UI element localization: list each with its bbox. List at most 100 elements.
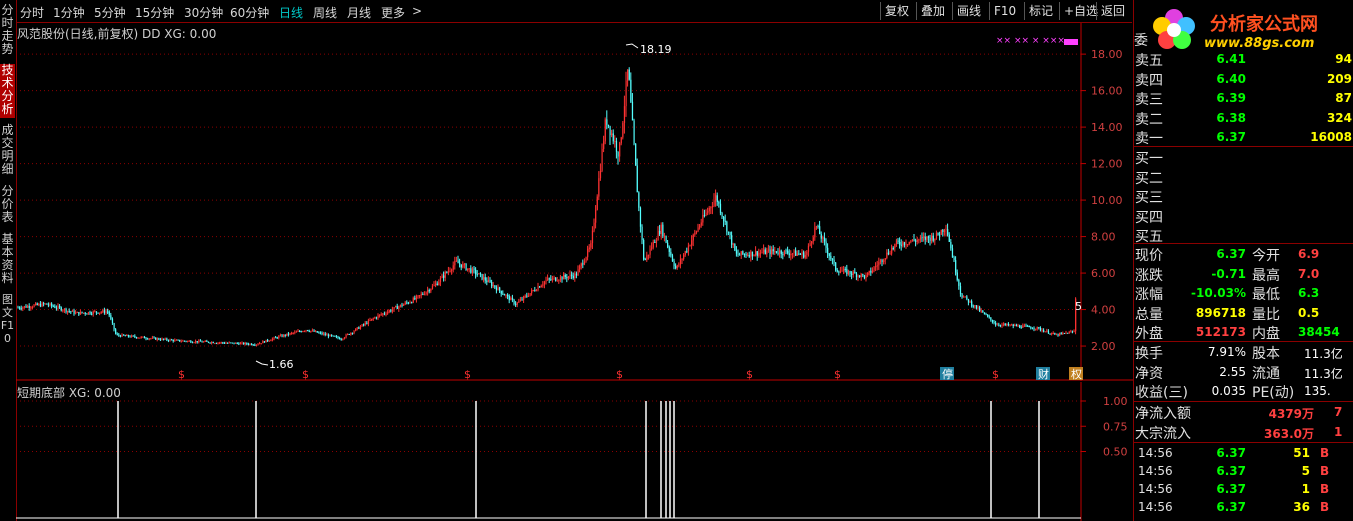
tab-intraday[interactable]: 分时走势 [0, 4, 15, 56]
candle-body [615, 141, 618, 152]
period-1min[interactable]: 1分钟 [53, 4, 85, 21]
period-weekly[interactable]: 周线 [313, 4, 337, 21]
candle-body [164, 338, 166, 340]
candle-body [607, 124, 610, 127]
candle-body [1022, 325, 1024, 328]
candle-body [707, 211, 709, 213]
candle-body [243, 342, 245, 345]
candle-body [187, 340, 189, 342]
candle-body [579, 266, 581, 270]
quote-label: 总量 [1135, 306, 1163, 323]
tick-price: 6.37 [1216, 446, 1246, 460]
period-5min[interactable]: 5分钟 [94, 4, 126, 21]
candle-body [1062, 333, 1064, 335]
restore-rights-button[interactable]: 复权 [880, 2, 913, 20]
candle-body [657, 230, 659, 241]
period-intraday[interactable]: 分时 [20, 4, 44, 21]
candle-body [596, 196, 598, 210]
candle-body [235, 342, 237, 344]
candle-body [878, 262, 880, 266]
candle-body [659, 230, 661, 234]
candle-body [627, 69, 629, 81]
fundamental-label: PE(动) [1252, 385, 1295, 401]
candle-body [1004, 323, 1006, 325]
candle-body [903, 242, 906, 245]
candle-body [161, 338, 163, 340]
candle-body [166, 338, 168, 341]
candle-body [124, 335, 126, 337]
quote-label: 现价 [1135, 248, 1163, 264]
tab-technical[interactable]: 技术分析 [0, 64, 15, 118]
candle-body [286, 333, 288, 336]
candle-body [647, 254, 650, 256]
candle-body [526, 295, 528, 297]
candle-body [284, 334, 286, 336]
candle-body [334, 335, 336, 337]
candle-body [222, 342, 224, 344]
candle-body [582, 263, 584, 265]
candle-body [1019, 325, 1021, 328]
f10-button[interactable]: F10 [989, 2, 1020, 20]
candle-body [223, 342, 226, 344]
candle-body [687, 245, 690, 252]
back-button[interactable]: 返回 [1096, 2, 1129, 20]
low-marker-line [255, 360, 269, 366]
candle-body [406, 302, 408, 304]
tick-volume: 5 [1301, 464, 1310, 478]
candle-body [137, 337, 139, 339]
tab-trade-details[interactable]: 成交明细 [0, 124, 15, 178]
tick-volume: 36 [1293, 500, 1310, 514]
candle-body [699, 225, 701, 228]
candle-body [641, 226, 643, 240]
y-tick-label: 16.00 [1091, 85, 1123, 98]
overlay-button[interactable]: 叠加 [916, 2, 949, 20]
candle-body [795, 250, 797, 256]
indicator-chart[interactable]: 短期底部 XG: 0.00 1.00 0.75 0.50 [16, 382, 1133, 521]
quote-value: 7.0 [1298, 266, 1320, 281]
candle-body [649, 248, 651, 255]
period-monthly[interactable]: 月线 [347, 4, 371, 21]
tab-price-table[interactable]: 分价表 [0, 185, 15, 227]
chevron-right-icon[interactable]: > [412, 4, 422, 18]
candle-body [603, 141, 605, 149]
period-daily[interactable]: 日线 [279, 4, 303, 21]
candle-body [238, 343, 240, 345]
draw-line-button[interactable]: 画线 [952, 2, 985, 20]
candle-body [420, 294, 422, 296]
period-30min[interactable]: 30分钟 [184, 4, 223, 21]
candle-body [975, 305, 978, 309]
candle-body [214, 343, 216, 345]
high-marker-line [625, 43, 639, 49]
candle-body [467, 268, 469, 271]
candle-body [630, 79, 632, 102]
candle-body [595, 209, 597, 223]
fundamental-value: 0.035 [1211, 384, 1246, 398]
period-60min[interactable]: 60分钟 [230, 4, 269, 21]
candle-body [52, 305, 54, 307]
mark-button[interactable]: 标记 [1024, 2, 1057, 20]
candle-body [651, 247, 653, 249]
period-more[interactable]: 更多 [381, 4, 405, 21]
candle-body [374, 317, 376, 319]
candle-body [783, 250, 786, 255]
candle-body [1023, 325, 1026, 327]
candle-body [604, 119, 606, 142]
tab-f10[interactable]: 图文F10 [0, 293, 15, 345]
sell-level-price: 6.40 [1216, 71, 1246, 86]
y-tick-label: 6.00 [1091, 267, 1116, 280]
candle-body [289, 333, 291, 335]
candle-body [84, 312, 86, 314]
candle-body [855, 273, 858, 278]
candle-body [575, 273, 578, 276]
period-15min[interactable]: 15分钟 [135, 4, 174, 21]
kline-chart[interactable]: 风范股份(日线,前复权) DD XG: 0.00 18.00 16.00 14.00… [16, 23, 1133, 381]
candle-body [881, 259, 883, 263]
candle-body [942, 229, 944, 232]
tab-fundamentals[interactable]: 基本资料 [0, 233, 15, 287]
candle-body [276, 337, 278, 339]
candle-body [196, 341, 198, 343]
candle-body [750, 251, 752, 257]
candle-body [46, 303, 48, 305]
candle-body [999, 325, 1002, 327]
candle-body [175, 339, 178, 341]
